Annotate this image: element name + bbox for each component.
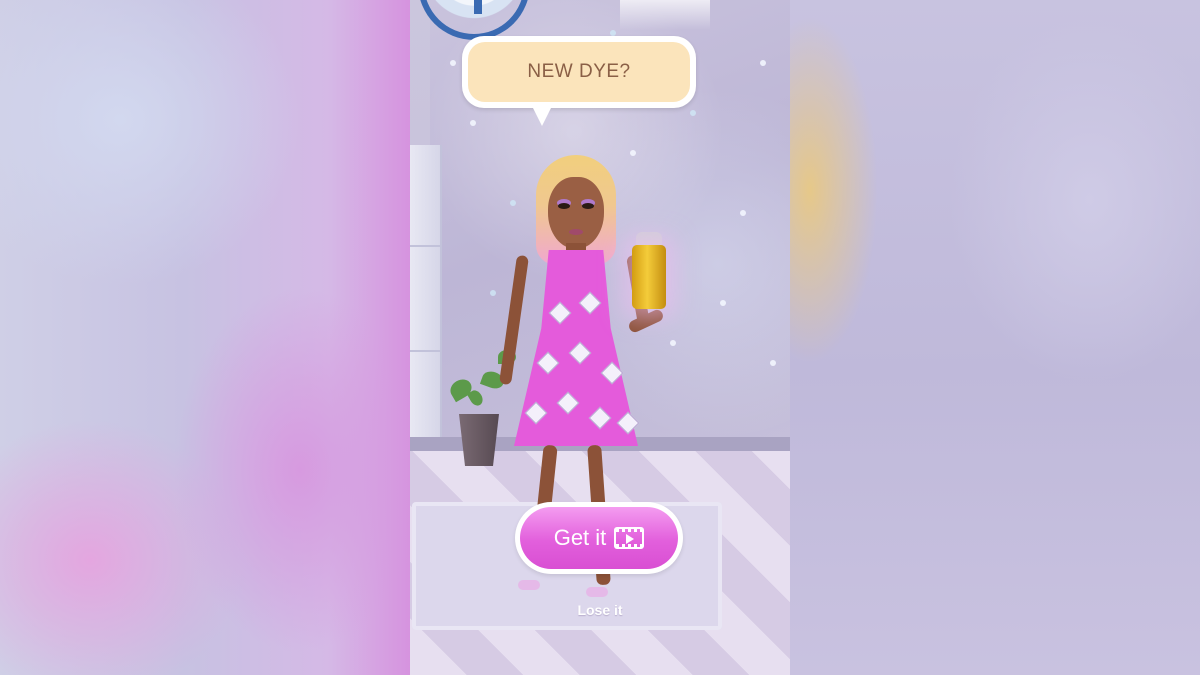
get-it-button[interactable]: Get it — [515, 502, 683, 574]
lose-it-link[interactable]: Lose it — [560, 602, 640, 618]
get-it-label: Get it — [553, 525, 607, 550]
speech-bubble-tail — [532, 106, 552, 126]
video-ad-icon — [614, 527, 645, 549]
speech-bubble: NEW DYE? — [462, 36, 696, 108]
blurred-background-left — [0, 0, 410, 675]
blurred-background-right — [790, 0, 1200, 675]
dialog-prompt: NEW DYE? — [527, 61, 631, 82]
spotlight — [620, 0, 710, 30]
spray-can-icon — [632, 245, 666, 309]
spray-can-cap — [636, 232, 662, 246]
wall-pillar — [410, 145, 442, 455]
